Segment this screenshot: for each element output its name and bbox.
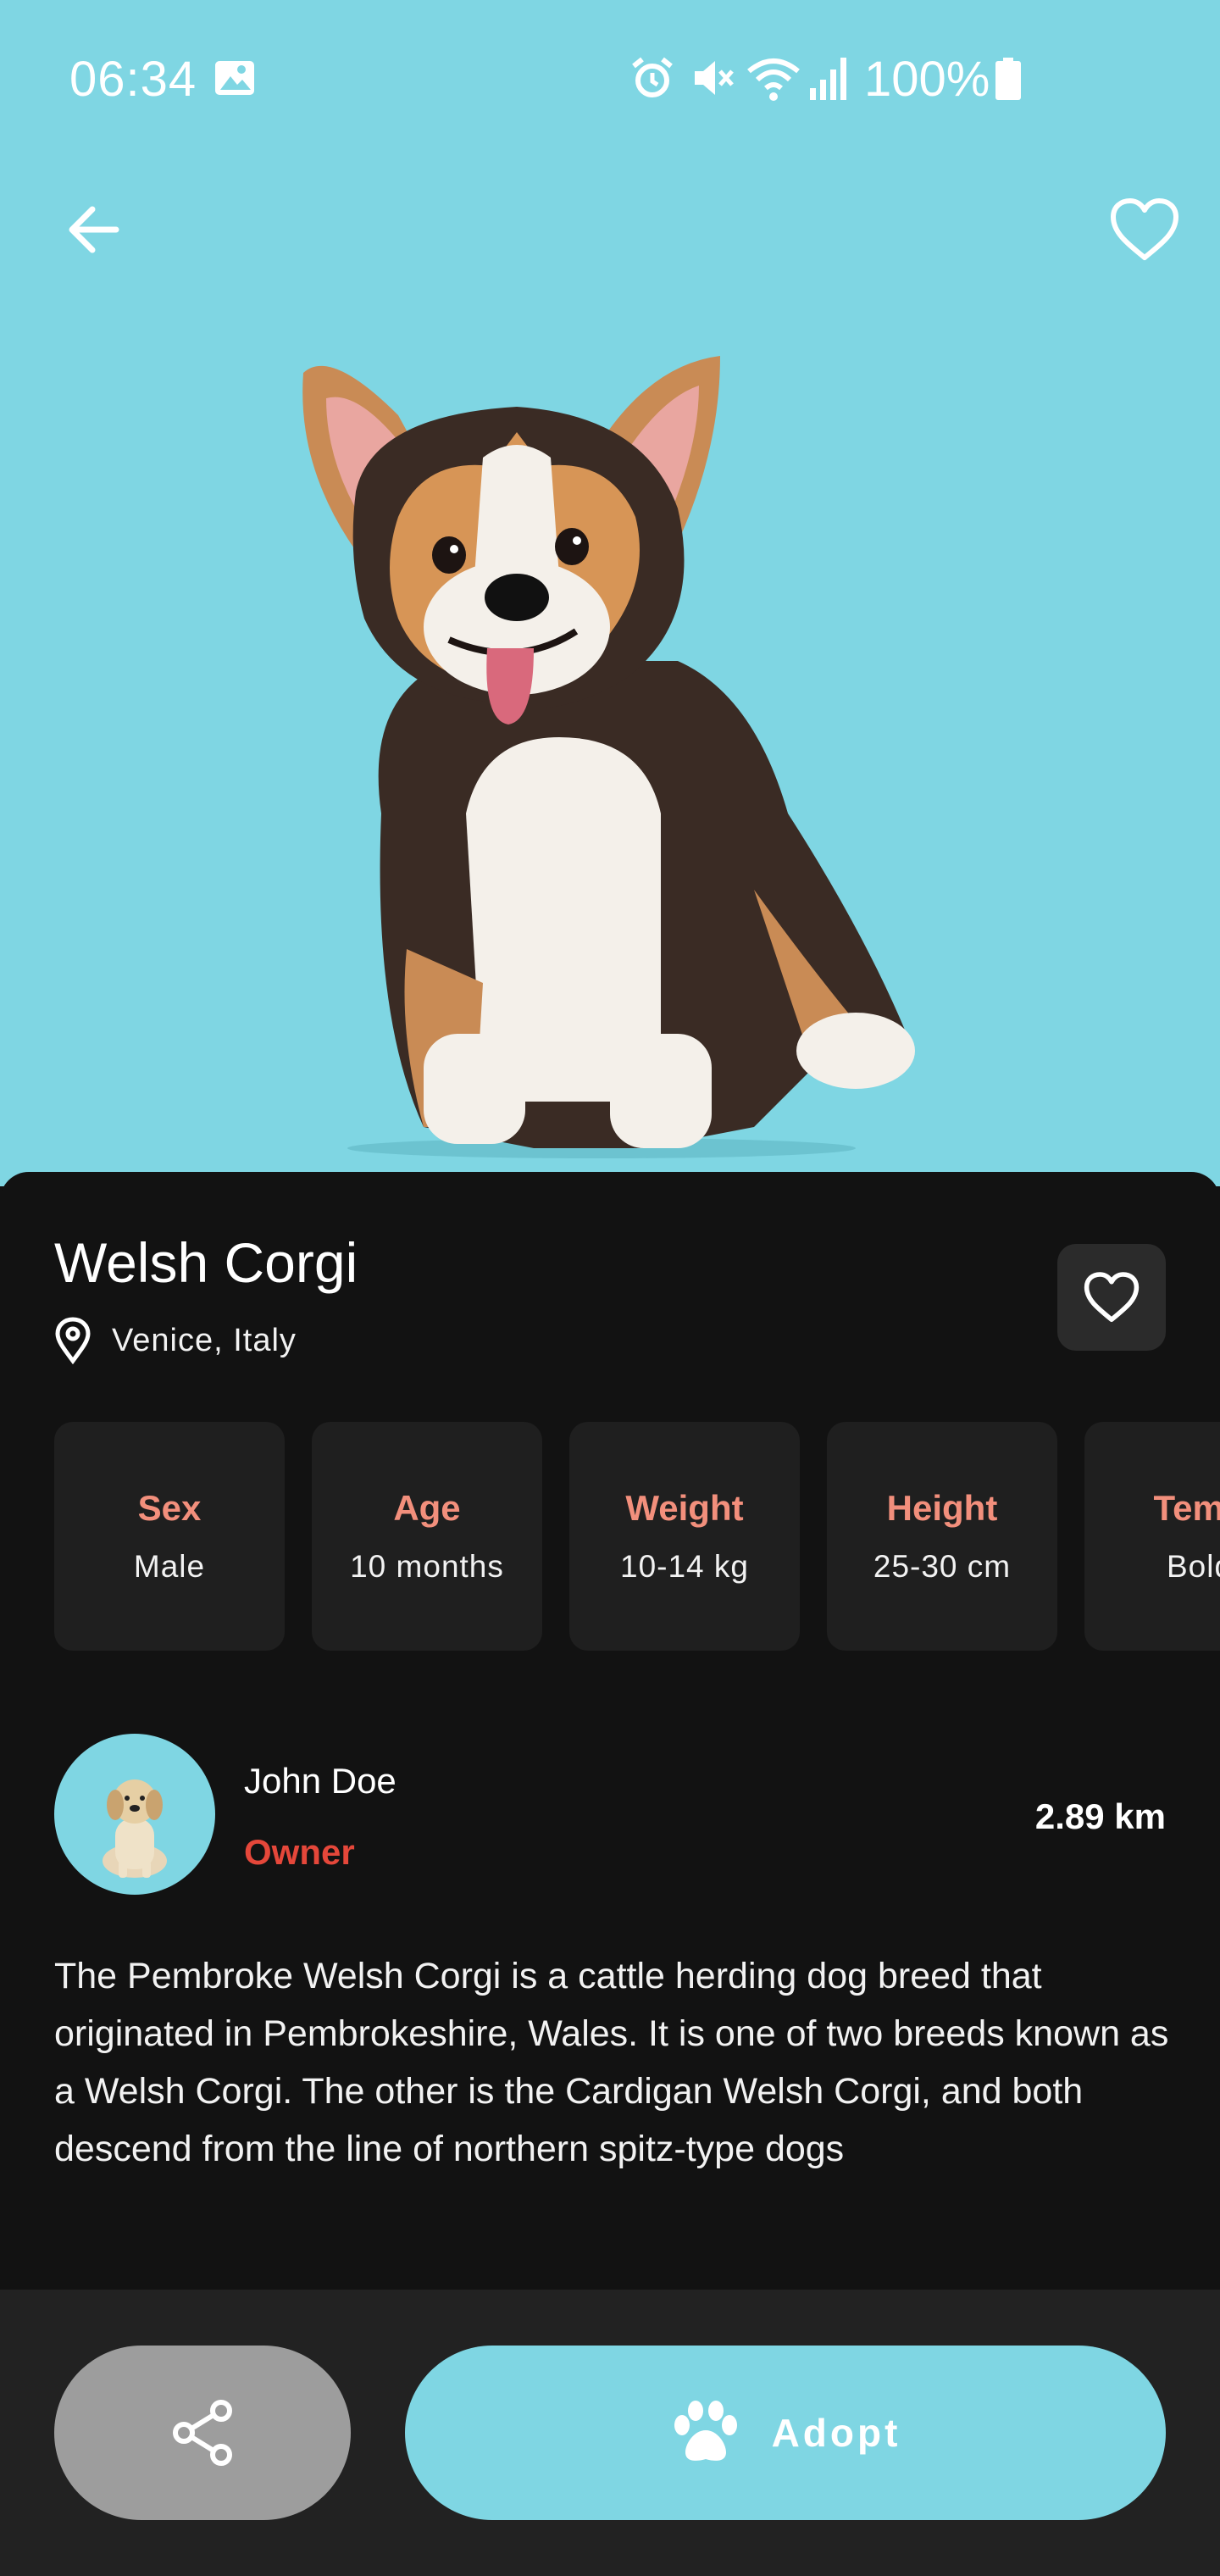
favorite-top-button[interactable]: [1098, 183, 1191, 276]
attribute-value: 10-14 kg: [620, 1549, 749, 1584]
owner-distance: 2.89 km: [1034, 1796, 1166, 1836]
alarm-icon: [632, 57, 673, 97]
owner-role: Owner: [244, 1832, 355, 1872]
heart-outline-icon: [1111, 198, 1178, 260]
dog-avatar-image: [103, 1779, 167, 1878]
attribute-card-sex: Sex Male: [54, 1422, 285, 1651]
hero-image-area: 06:34 100%: [0, 0, 1220, 1186]
adopt-button[interactable]: Adopt: [405, 2346, 1166, 2520]
attribute-key: Weight: [625, 1488, 744, 1528]
attribute-key: Temp: [1153, 1488, 1220, 1528]
mute-icon: [695, 61, 734, 95]
attribute-value: 25-30 cm: [873, 1549, 1012, 1584]
owner-name: John Doe: [244, 1761, 396, 1801]
location-text: Venice, Italy: [112, 1322, 297, 1358]
status-time: 06:34: [69, 52, 197, 107]
attribute-key: Height: [886, 1488, 998, 1528]
share-button[interactable]: [54, 2346, 351, 2520]
attribute-card-height: Height 25-30 cm: [827, 1422, 1057, 1651]
wifi-icon: [747, 58, 800, 101]
corgi-photo: [302, 356, 915, 1158]
attribute-key: Sex: [137, 1488, 202, 1528]
arrow-left-icon: [69, 206, 119, 253]
attribute-card-temperament: Temp Bold: [1084, 1422, 1220, 1651]
back-button[interactable]: [47, 183, 141, 276]
status-bar: 06:34 100%: [0, 0, 1220, 161]
owner-avatar[interactable]: [54, 1734, 215, 1895]
attribute-card-age: Age 10 months: [312, 1422, 542, 1651]
attribute-value: Male: [133, 1549, 206, 1584]
location-pin-icon: [55, 1317, 91, 1364]
battery-icon: [995, 58, 1021, 100]
favorite-button[interactable]: [1057, 1244, 1166, 1351]
pet-location: Venice, Italy: [54, 1317, 297, 1364]
adopt-label: Adopt: [771, 2411, 901, 2455]
battery-percent: 100%: [864, 52, 990, 107]
share-icon: [173, 2400, 232, 2466]
attribute-value: 10 months: [350, 1549, 504, 1584]
pet-name: Welsh Corgi: [54, 1231, 358, 1294]
attribute-card-weight: Weight 10-14 kg: [569, 1422, 800, 1651]
attributes-row[interactable]: Sex Male Age 10 months Weight 10-14 kg H…: [54, 1422, 1220, 1651]
paw-icon: [674, 2401, 737, 2461]
heart-outline-icon: [1084, 1272, 1140, 1323]
pet-description: The Pembroke Welsh Corgi is a cattle her…: [54, 1956, 1169, 2169]
image-icon: [215, 61, 254, 95]
attribute-value: Bold: [1166, 1549, 1220, 1584]
signal-icon: [810, 58, 846, 100]
attribute-key: Age: [393, 1488, 461, 1528]
owner-row[interactable]: John Doe Owner 2.89 km: [54, 1734, 1166, 1895]
